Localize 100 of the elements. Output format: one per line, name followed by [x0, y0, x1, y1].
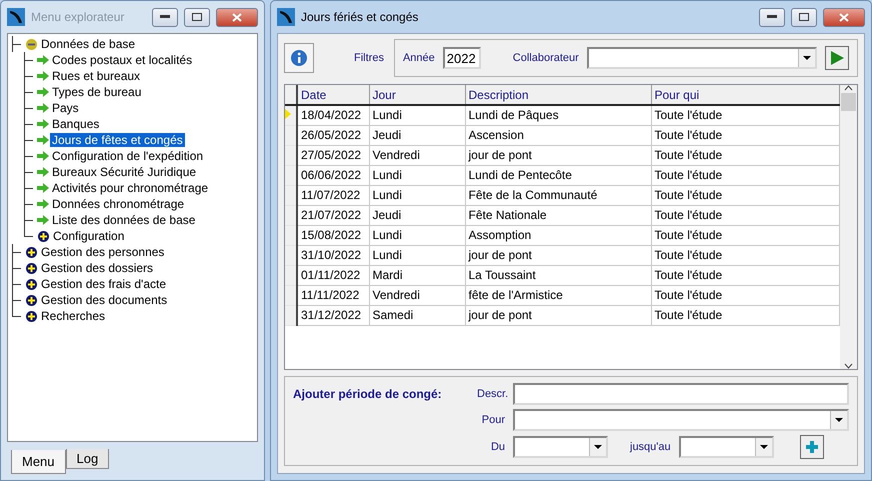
maximize-icon — [799, 13, 809, 21]
minimize-button[interactable] — [152, 8, 178, 26]
table-cell: Jeudi — [369, 205, 465, 225]
table-cell: Vendredi — [369, 145, 465, 165]
tree-item[interactable]: Gestion des frais d'acte — [39, 277, 168, 291]
tree-item[interactable]: Activités pour chronométrage — [50, 181, 210, 195]
arrow-icon — [37, 103, 49, 113]
expand-icon[interactable] — [26, 278, 37, 290]
column-header[interactable]: Description — [465, 85, 651, 105]
tree-item[interactable]: Pays — [50, 101, 81, 115]
tree-item[interactable]: Données de base — [39, 37, 138, 51]
table-cell: Toute l'étude — [651, 205, 839, 225]
add-button[interactable] — [800, 435, 824, 459]
maximize-button[interactable] — [184, 8, 210, 26]
minimize-icon — [160, 15, 170, 19]
arrow-icon — [37, 87, 49, 97]
table-cell: Vendredi — [369, 285, 465, 305]
table-cell: Lundi — [369, 225, 465, 245]
app-icon — [277, 8, 295, 26]
table-cell: Toute l'étude — [651, 265, 839, 285]
table-cell: La Toussaint — [465, 265, 651, 285]
expand-icon[interactable] — [26, 310, 37, 322]
table-cell: Ascension — [465, 125, 651, 145]
arrow-icon — [37, 55, 49, 65]
close-icon — [839, 12, 849, 22]
maximize-icon — [192, 13, 202, 21]
scroll-thumb[interactable] — [841, 93, 856, 111]
table-cell: Lundi de Pentecôte — [465, 165, 651, 185]
minimize-button[interactable] — [759, 8, 785, 26]
tree-item[interactable]: Configuration — [51, 229, 126, 243]
plus-icon — [804, 440, 819, 454]
tab[interactable]: Log — [66, 449, 110, 469]
table-cell: Fête de la Communauté — [465, 185, 651, 205]
column-header[interactable]: Pour qui — [651, 85, 839, 105]
tree-item[interactable]: Bureaux Sécurité Juridique — [50, 165, 198, 179]
tree-item[interactable]: Recherches — [39, 309, 108, 323]
tree-item[interactable]: Types de bureau — [50, 85, 144, 99]
pointer-icon — [285, 109, 291, 120]
collapse-icon[interactable] — [26, 38, 37, 50]
arrow-icon — [37, 167, 49, 177]
expand-icon[interactable] — [26, 294, 37, 306]
tree-item[interactable]: Configuration de l'expédition — [50, 149, 206, 163]
column-header[interactable]: Date — [297, 85, 369, 105]
expand-icon[interactable] — [26, 246, 37, 258]
table-cell: Samedi — [369, 305, 465, 325]
tree-item[interactable]: Gestion des personnes — [39, 245, 166, 259]
table-cell: Toute l'étude — [651, 285, 839, 305]
info-button[interactable] — [284, 43, 314, 73]
table-cell: Toute l'étude — [651, 225, 839, 245]
arrow-icon — [37, 119, 49, 129]
collaborator-dropdown[interactable] — [586, 47, 817, 69]
table-cell: 31/12/2022 — [297, 305, 369, 325]
table-cell: 15/08/2022 — [297, 225, 369, 245]
arrow-icon — [37, 215, 49, 225]
table-cell: Toute l'étude — [651, 105, 839, 125]
maximize-button[interactable] — [791, 8, 817, 26]
tree-item[interactable]: Banques — [50, 117, 102, 131]
scroll-up-icon[interactable] — [844, 85, 853, 91]
table-cell: jour de pont — [465, 145, 651, 165]
run-button[interactable] — [825, 46, 849, 70]
caret-icon — [594, 445, 602, 449]
table-cell: Toute l'étude — [651, 165, 839, 185]
table-cell: Assomption — [465, 225, 651, 245]
arrow-icon — [37, 71, 49, 81]
year-label: Année — [402, 52, 435, 64]
tree-item[interactable]: Gestion des dossiers — [39, 261, 156, 275]
tree-item[interactable]: Données chronométrage — [50, 197, 186, 211]
table-cell: Lundi — [369, 185, 465, 205]
table-cell: 18/04/2022 — [297, 105, 369, 125]
expand-icon[interactable] — [38, 230, 49, 242]
tree-item[interactable]: Codes postaux et localités — [50, 53, 194, 67]
caret-icon — [803, 56, 811, 60]
descr-field[interactable] — [513, 383, 849, 405]
info-icon — [290, 49, 308, 67]
play-icon — [829, 50, 845, 66]
tree-item[interactable]: Liste des données de base — [50, 213, 198, 227]
form-title: Ajouter période de congé: — [293, 387, 443, 403]
table-cell: jour de pont — [465, 245, 651, 265]
tree-item[interactable]: Rues et bureaux — [50, 69, 142, 83]
table-cell: jour de pont — [465, 305, 651, 325]
column-header[interactable]: Jour — [369, 85, 465, 105]
table-cell: Fête Nationale — [465, 205, 651, 225]
year-field[interactable]: 2022 — [442, 47, 481, 69]
close-button[interactable] — [823, 8, 865, 26]
table-cell: 31/10/2022 — [297, 245, 369, 265]
scroll-down-icon[interactable] — [844, 363, 853, 369]
tab[interactable]: Menu — [11, 450, 66, 474]
tree-item[interactable]: Gestion des documents — [39, 293, 170, 307]
tree-item[interactable]: Jours de fêtes et congés — [50, 133, 185, 147]
until-date-dropdown[interactable] — [678, 436, 774, 458]
window-title: Menu explorateur — [31, 10, 126, 24]
scrollbar[interactable] — [840, 85, 857, 369]
pour-dropdown[interactable] — [513, 409, 849, 431]
table-cell: 27/05/2022 — [297, 145, 369, 165]
table-cell: Toute l'étude — [651, 185, 839, 205]
expand-icon[interactable] — [26, 262, 37, 274]
from-date-dropdown[interactable] — [513, 436, 608, 458]
table-cell: Lundi — [369, 105, 465, 125]
close-button[interactable] — [216, 8, 258, 26]
table-cell: 11/11/2022 — [297, 285, 369, 305]
